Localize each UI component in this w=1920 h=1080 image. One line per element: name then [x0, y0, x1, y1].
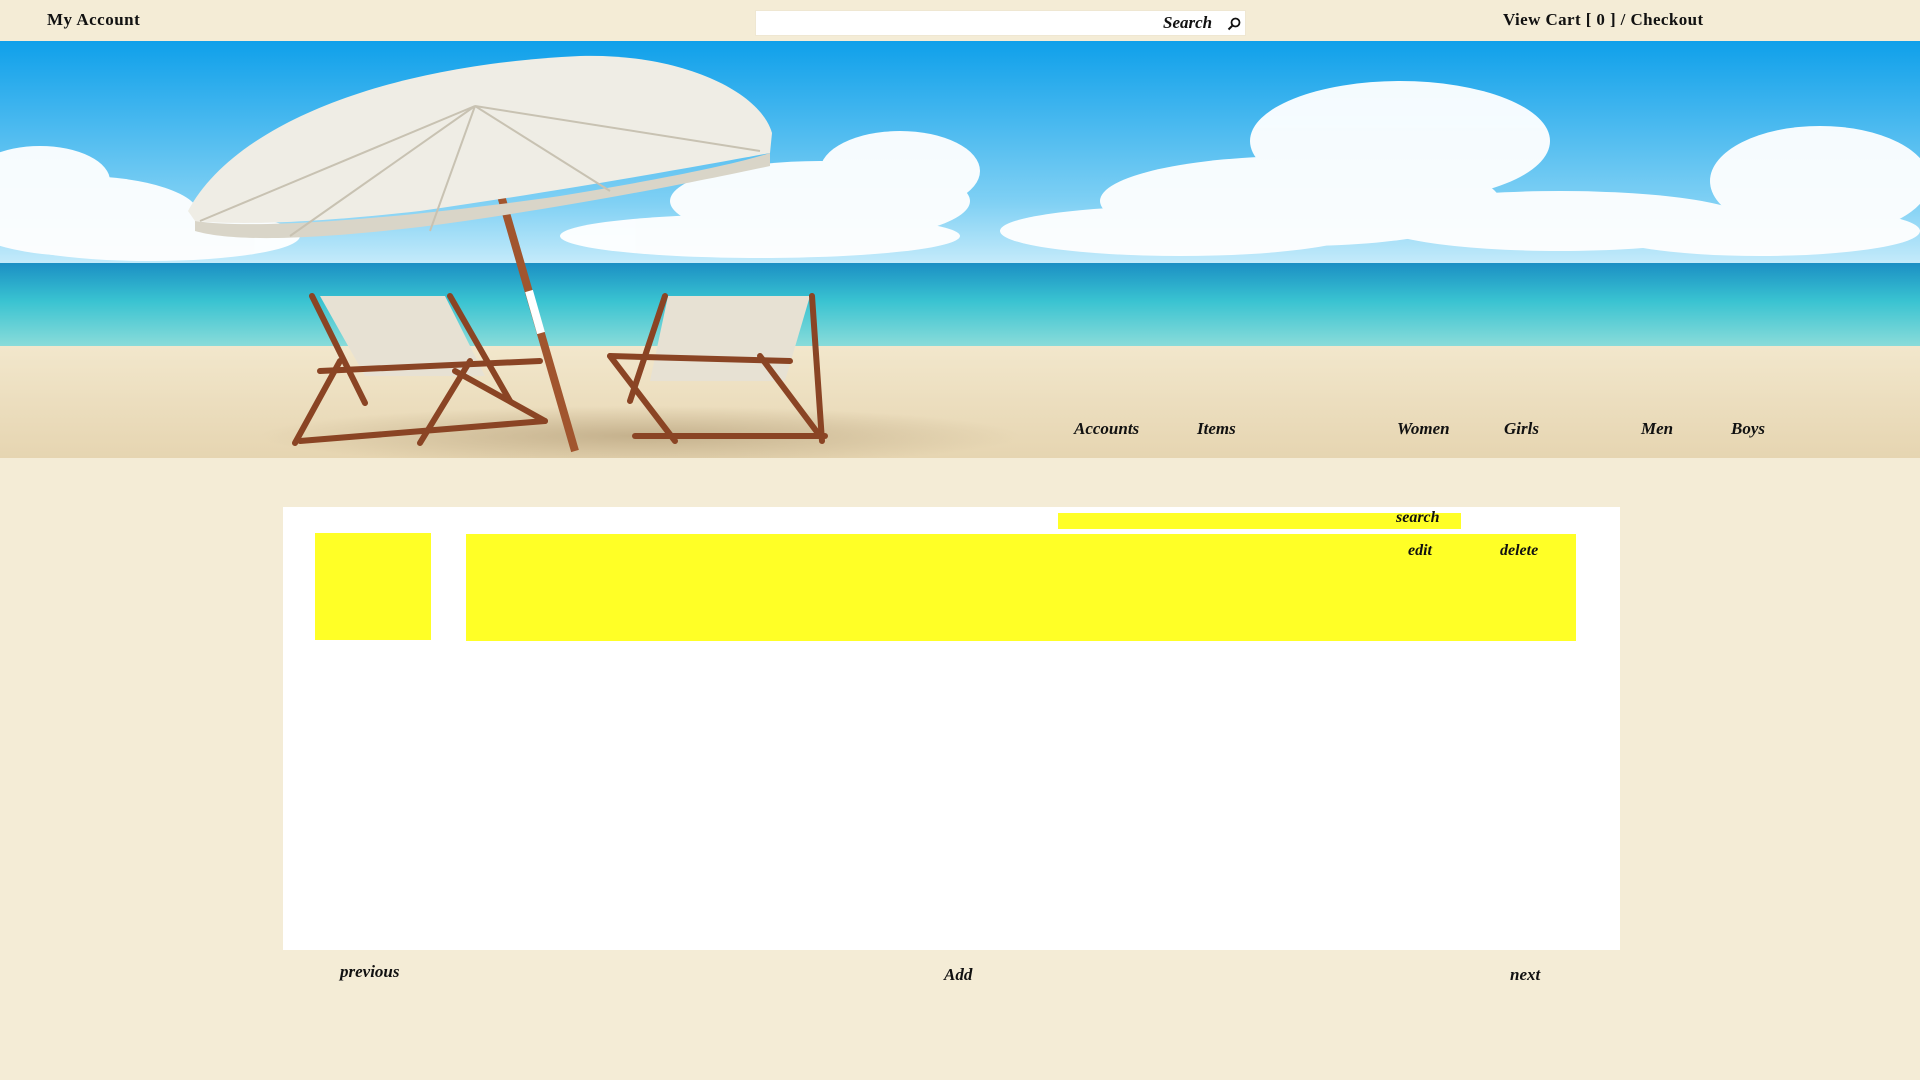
filter-bar: search [1058, 509, 1461, 529]
search-button[interactable]: Search [1163, 13, 1212, 33]
delete-button[interactable]: delete [1500, 542, 1538, 560]
list-item: edit delete [466, 534, 1576, 641]
my-account-link[interactable]: My Account [47, 10, 140, 30]
nav-girls[interactable]: Girls [1504, 419, 1539, 439]
beach-scene-image [0, 41, 1920, 458]
filter-input[interactable] [1058, 513, 1388, 529]
search-input[interactable] [756, 11, 1156, 35]
edit-button[interactable]: edit [1408, 542, 1432, 560]
nav-items[interactable]: Items [1197, 419, 1236, 439]
nav-boys[interactable]: Boys [1731, 419, 1765, 439]
next-button[interactable]: next [1510, 965, 1540, 985]
nav-men[interactable]: Men [1641, 419, 1673, 439]
filter-search-button[interactable]: search [1396, 509, 1440, 527]
cart-separator: / [1620, 10, 1626, 29]
item-list-panel: search edit delete [283, 507, 1620, 950]
cart-links: View Cart [ 0 ] / Checkout [1503, 10, 1704, 30]
search-icon[interactable] [1226, 16, 1242, 32]
nav-women[interactable]: Women [1397, 419, 1450, 439]
checkout-link[interactable]: Checkout [1630, 10, 1703, 29]
hero-banner: Accounts Items Women Girls Men Boys [0, 41, 1920, 458]
view-cart-link[interactable]: View Cart [1503, 10, 1581, 29]
top-bar: My Account Search View Cart [ 0 ] / Chec… [0, 0, 1920, 41]
nav-accounts[interactable]: Accounts [1074, 419, 1139, 439]
previous-button[interactable]: previous [340, 962, 400, 982]
cart-count: [ 0 ] [1585, 10, 1617, 29]
add-button[interactable]: Add [944, 965, 972, 985]
item-thumbnail [315, 533, 431, 640]
site-search: Search [755, 10, 1246, 36]
